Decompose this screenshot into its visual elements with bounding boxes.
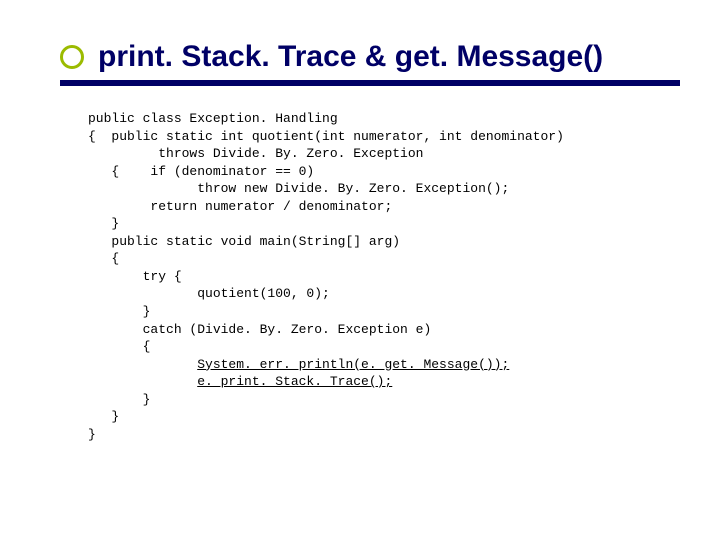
title-row: print. Stack. Trace & get. Message() [60,40,680,74]
code-line: } [88,409,119,424]
code-line: public static void main(String[] arg) [88,234,400,249]
code-line: } [88,427,96,442]
code-line-indent [88,357,197,372]
code-line: } [88,392,150,407]
code-underlined: e. print. Stack. Trace(); [197,374,392,389]
code-underlined: System. err. println(e. get. Message()); [197,357,509,372]
code-line: } [88,216,119,231]
code-line: catch (Divide. By. Zero. Exception e) [88,322,431,337]
bullet-icon [60,45,84,69]
code-line: quotient(100, 0); [88,286,330,301]
title-underline [60,80,680,86]
code-block: public class Exception. Handling { publi… [88,110,680,443]
code-line: } [88,304,150,319]
code-line: return numerator / denominator; [88,199,392,214]
code-line: { public static int quotient(int numerat… [88,129,564,144]
slide-title: print. Stack. Trace & get. Message() [98,40,603,74]
code-line: { if (denominator == 0) [88,164,314,179]
code-line-indent [88,374,197,389]
code-line: public class Exception. Handling [88,111,338,126]
code-line: try { [88,269,182,284]
code-line: { [88,339,150,354]
code-line: throw new Divide. By. Zero. Exception(); [88,181,509,196]
code-line: throws Divide. By. Zero. Exception [88,146,423,161]
code-line: { [88,251,119,266]
slide: print. Stack. Trace & get. Message() pub… [0,0,720,540]
